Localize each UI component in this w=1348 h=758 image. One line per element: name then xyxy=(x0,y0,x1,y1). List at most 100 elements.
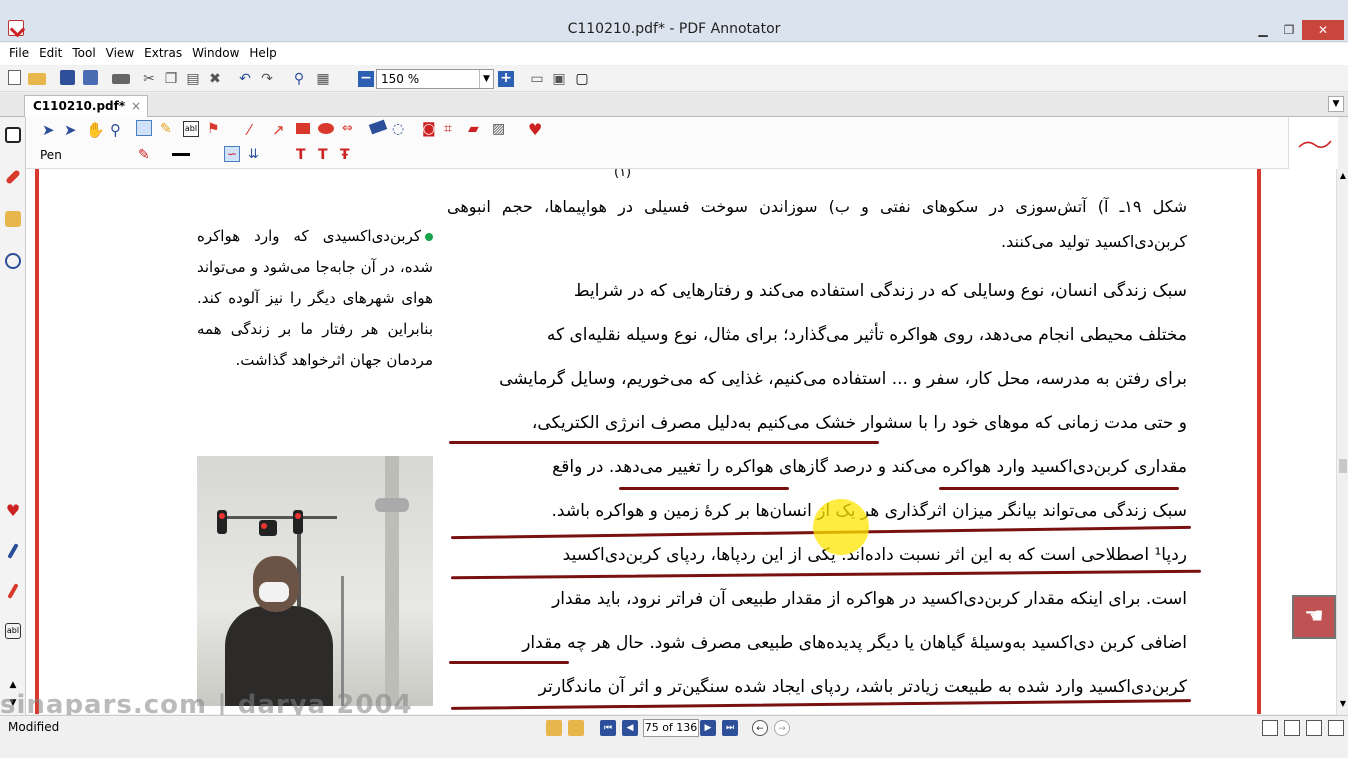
eraser-icon[interactable] xyxy=(368,119,388,135)
minimize-button[interactable]: ▁ xyxy=(1250,20,1276,40)
copy-icon[interactable]: ❐ xyxy=(162,70,180,88)
single-page-view-icon[interactable] xyxy=(1262,720,1278,736)
text-box-icon[interactable]: abl xyxy=(5,623,21,639)
attachment-icon[interactable] xyxy=(5,253,21,269)
previous-document-icon[interactable] xyxy=(546,720,562,736)
favorites-heart-icon[interactable]: ♥ xyxy=(528,120,544,139)
paragraph-line: مقداری کربن‌دی‌اکسید وارد هواکره می‌کند … xyxy=(552,457,1187,477)
document-viewport[interactable]: (۱) شکل ۱۹ـ آ) آتش‌سوزی در سکوهای نفتی و… xyxy=(26,169,1336,714)
undo-icon[interactable]: ↶ xyxy=(236,70,254,88)
crop-icon[interactable]: ⌗ xyxy=(444,121,460,137)
continuous-view-icon[interactable] xyxy=(1284,720,1300,736)
forward-icon[interactable]: → xyxy=(774,720,790,736)
paste-icon[interactable]: ▤ xyxy=(184,70,202,88)
measure-tool-icon[interactable]: ⇔ xyxy=(342,121,358,137)
save-as-icon[interactable] xyxy=(83,70,98,85)
redo-icon[interactable]: ↷ xyxy=(258,70,276,88)
menu-file[interactable]: File xyxy=(4,43,34,65)
bookmarks-icon[interactable]: ▦ xyxy=(314,70,332,88)
pdf-page[interactable]: (۱) شکل ۱۹ـ آ) آتش‌سوزی در سکوهای نفتی و… xyxy=(39,169,1257,714)
fit-width-icon[interactable]: ▣ xyxy=(550,70,568,88)
rectangle-tool-icon[interactable] xyxy=(296,123,310,134)
pen-color-icon[interactable]: ✎ xyxy=(138,147,154,163)
tower-shape xyxy=(385,456,399,706)
camera-icon[interactable]: ◙ xyxy=(422,121,438,137)
hand-tool-icon[interactable]: ✋ xyxy=(86,121,105,139)
text-style-icon[interactable]: T xyxy=(296,147,312,163)
text-underline-icon[interactable]: T xyxy=(318,147,334,163)
pen-tool-icon[interactable] xyxy=(5,169,21,185)
zoom-out-icon[interactable]: − xyxy=(358,71,374,87)
ruler-icon[interactable]: ▰ xyxy=(468,121,484,137)
scroll-up-arrow[interactable]: ▲ xyxy=(1338,171,1348,181)
highlighter-icon[interactable] xyxy=(7,583,19,599)
previous-page-icon[interactable]: ◀ xyxy=(622,720,638,736)
first-page-icon[interactable]: ⏮ xyxy=(600,720,616,736)
close-icon[interactable]: × xyxy=(131,99,141,113)
menu-window[interactable]: Window xyxy=(187,43,244,65)
paragraph-line: و حتی مدت زمانی که موهای خود را با سشوار… xyxy=(531,413,1187,433)
pointer-highlight xyxy=(813,499,869,555)
tab-document[interactable]: C110210.pdf* × xyxy=(24,95,148,117)
line-width-icon[interactable] xyxy=(172,153,190,156)
text-strike-icon[interactable]: Ŧ xyxy=(340,147,356,163)
status-text: Modified xyxy=(8,720,60,734)
marker-icon[interactable] xyxy=(7,543,19,559)
page-number-field[interactable]: 75 of 136 xyxy=(643,719,699,737)
ink-underline xyxy=(619,487,789,490)
vertical-scrollbar[interactable]: ▲ ▼ xyxy=(1336,169,1348,715)
ellipse-tool-icon[interactable] xyxy=(318,123,334,134)
tab-list-dropdown[interactable]: ▼ xyxy=(1328,96,1344,112)
zoom-in-icon[interactable]: + xyxy=(498,71,514,87)
snap-icon[interactable]: ⇊ xyxy=(248,147,264,163)
highlighter-tool-icon[interactable]: ✎ xyxy=(160,121,176,137)
page-view-icon[interactable] xyxy=(5,127,21,143)
select-arrow-icon[interactable]: ➤ xyxy=(42,121,58,139)
text-tool-icon[interactable]: abl xyxy=(183,121,199,137)
heart-stamp-icon[interactable]: ♥ xyxy=(5,503,21,519)
paragraph-line: مختلف محیطی انجام می‌دهد، روی هواکره تأث… xyxy=(546,325,1187,345)
scroll-down-arrow[interactable]: ▼ xyxy=(1338,699,1348,709)
last-page-icon[interactable]: ⏭ xyxy=(722,720,738,736)
print-icon[interactable] xyxy=(112,74,130,84)
menu-tool[interactable]: Tool xyxy=(67,43,100,65)
insert-image-icon[interactable]: ▨ xyxy=(492,121,508,137)
fit-page-icon[interactable]: ▭ xyxy=(528,70,546,88)
scrollbar-thumb[interactable] xyxy=(1339,459,1347,473)
save-icon[interactable] xyxy=(60,70,75,85)
maximize-button[interactable]: ❐ xyxy=(1276,20,1302,40)
tower-pod xyxy=(375,498,409,512)
menu-extras[interactable]: Extras xyxy=(139,43,187,65)
select-text-icon[interactable]: ➤ xyxy=(64,121,80,139)
street-lamp xyxy=(341,576,344,706)
find-icon[interactable]: ⚲ xyxy=(290,70,308,88)
chevron-down-icon[interactable]: ▼ xyxy=(479,70,493,88)
lasso-icon[interactable]: ◌ xyxy=(392,121,408,137)
menu-help[interactable]: Help xyxy=(244,43,281,65)
close-button[interactable]: ✕ xyxy=(1302,20,1344,40)
cut-icon[interactable]: ✂ xyxy=(140,70,158,88)
delete-icon[interactable]: ✖ xyxy=(206,70,224,88)
menu-edit[interactable]: Edit xyxy=(34,43,67,65)
next-page-icon[interactable]: ▶ xyxy=(700,720,716,736)
smooth-stroke-icon[interactable]: ∽ xyxy=(224,146,240,162)
two-page-view-icon[interactable] xyxy=(1306,720,1322,736)
stamp-tool-icon[interactable]: ⚑ xyxy=(207,121,223,137)
new-document-icon[interactable] xyxy=(8,70,21,85)
zoom-tool-icon[interactable]: ⚲ xyxy=(110,121,126,139)
open-folder-icon[interactable] xyxy=(28,73,46,85)
next-document-icon[interactable] xyxy=(568,720,584,736)
annotation-toolbar: ➤ ➤ ✋ ⚲ ✎ abl ⚑ ⁄ ↗ ⇔ ◌ ◙ ⌗ ▰ ▨ ♥ Pen ✎ … xyxy=(26,117,1338,169)
menu-view[interactable]: View xyxy=(101,43,139,65)
paragraph-line: سبک زندگی انسان، نوع وسایلی که در زندگی … xyxy=(573,281,1187,301)
pen-tool-button[interactable] xyxy=(136,120,152,136)
two-page-continuous-view-icon[interactable] xyxy=(1328,720,1344,736)
arrow-tool-icon[interactable]: ↗ xyxy=(272,121,288,139)
bullet-icon xyxy=(425,233,433,241)
full-screen-icon[interactable]: ▢ xyxy=(573,70,591,88)
line-tool-icon[interactable]: ⁄ xyxy=(248,121,264,139)
hand-pointer-button[interactable]: ☚ xyxy=(1292,595,1336,639)
zoom-select[interactable]: 150 % ▼ xyxy=(376,69,494,89)
folder-icon[interactable] xyxy=(5,211,21,227)
back-icon[interactable]: ← xyxy=(752,720,768,736)
